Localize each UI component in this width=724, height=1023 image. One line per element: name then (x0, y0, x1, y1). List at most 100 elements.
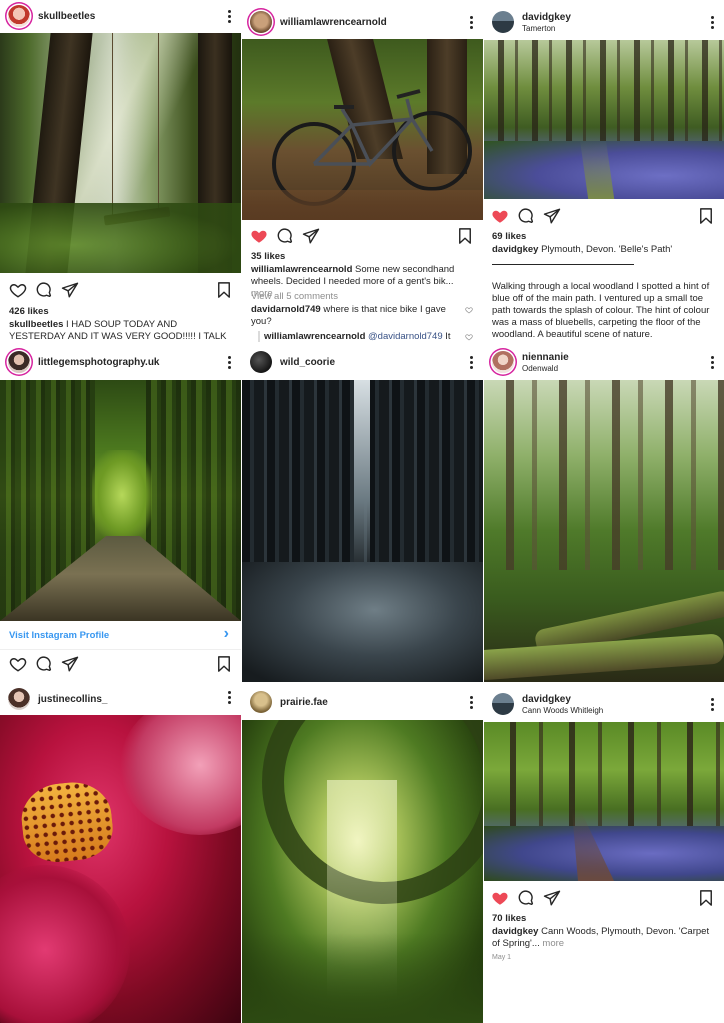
heart-icon[interactable] (465, 306, 473, 314)
avatar[interactable] (8, 5, 30, 27)
like-count[interactable]: 35 likes (251, 251, 285, 262)
caption-username[interactable]: skullbeetles (9, 319, 63, 330)
swing-rope (112, 33, 113, 218)
share-icon[interactable] (61, 655, 79, 673)
post-location[interactable]: Tamerton (522, 24, 555, 33)
like-count[interactable]: 70 likes (492, 913, 526, 924)
view-comments-link[interactable]: View all 5 comments (251, 291, 474, 303)
post-username[interactable]: justinecollins_ (38, 694, 107, 705)
like-count[interactable]: 69 likes (492, 231, 526, 242)
post-header: skullbeetles (0, 0, 241, 34)
visit-profile-link[interactable]: Visit Instagram Profile (9, 630, 109, 641)
chevron-right-icon[interactable]: › (224, 625, 229, 643)
comment: davidarnold749 where is that nice bike I… (251, 304, 461, 328)
more-options-icon[interactable] (710, 698, 714, 712)
heart-icon[interactable] (491, 207, 509, 225)
comment-icon[interactable] (517, 889, 535, 907)
post-photo[interactable] (242, 380, 483, 682)
share-icon[interactable] (61, 281, 79, 299)
post-photo[interactable] (484, 40, 724, 199)
post-card: skullbeetles 426 likes skullbeetles I HA… (0, 0, 241, 342)
post-photo[interactable] (0, 380, 241, 621)
comment-reply: williamlawrencearnold @davidarnold749 It (264, 331, 461, 342)
bookmark-icon[interactable] (697, 207, 715, 225)
more-options-icon[interactable] (469, 16, 473, 30)
light-gap (354, 380, 370, 580)
post-photo[interactable] (0, 33, 241, 273)
post-actions (242, 227, 483, 249)
heart-icon[interactable] (250, 227, 268, 245)
bookmark-icon[interactable] (215, 281, 233, 299)
avatar[interactable] (250, 691, 272, 713)
light-tunnel (92, 450, 152, 540)
heart-icon[interactable] (9, 281, 27, 299)
avatar[interactable] (492, 351, 514, 373)
post-photo[interactable] (0, 715, 241, 1023)
ground-leaves (242, 190, 483, 220)
spotted-lip (18, 778, 116, 866)
share-icon[interactable] (543, 207, 561, 225)
post-card: littlegemsphotography.uk Visit Instagram… (0, 345, 241, 682)
post-date: May 1 (492, 954, 512, 961)
post-photo[interactable] (242, 39, 483, 220)
heart-icon[interactable] (9, 655, 27, 673)
tree-trunks (484, 380, 724, 570)
post-username[interactable]: davidgkey (522, 694, 571, 705)
avatar[interactable] (492, 693, 514, 715)
avatar[interactable] (250, 11, 272, 33)
post-username[interactable]: skullbeetles (38, 11, 95, 22)
more-link[interactable]: more (542, 938, 564, 949)
post-header: davidgkey Tamerton (484, 5, 724, 39)
more-options-icon[interactable] (227, 10, 231, 24)
comment-icon[interactable] (35, 655, 53, 673)
caption-username[interactable]: williamlawrencearnold (251, 264, 352, 275)
comment-icon[interactable] (276, 227, 294, 245)
bookmark-icon[interactable] (697, 889, 715, 907)
more-options-icon[interactable] (710, 356, 714, 370)
share-icon[interactable] (543, 889, 561, 907)
post-photo[interactable] (242, 720, 483, 1023)
more-options-icon[interactable] (227, 356, 231, 370)
post-location[interactable]: Cann Woods Whitleigh (522, 706, 603, 715)
avatar[interactable] (250, 351, 272, 373)
comment-username[interactable]: williamlawrencearnold (264, 331, 365, 342)
more-options-icon[interactable] (710, 16, 714, 30)
comment-mention[interactable]: @davidarnold749 (368, 331, 443, 342)
heart-icon[interactable] (465, 333, 473, 341)
caption-username[interactable]: davidgkey (492, 926, 538, 937)
caption-username[interactable]: davidgkey (492, 244, 538, 255)
heart-icon[interactable] (491, 889, 509, 907)
post-username[interactable]: littlegemsphotography.uk (38, 357, 160, 368)
reply-thread-line (258, 331, 260, 342)
post-card: niennanie Odenwald (484, 345, 724, 682)
avatar[interactable] (8, 351, 30, 373)
post-actions (484, 889, 724, 911)
post-actions (0, 281, 241, 303)
post-username[interactable]: prairie.fae (280, 697, 328, 708)
comment-username[interactable]: davidarnold749 (251, 304, 321, 315)
post-card: prairie.fae (242, 685, 483, 1023)
post-location[interactable]: Odenwald (522, 364, 558, 373)
post-photo[interactable] (484, 380, 724, 682)
forest-floor (242, 562, 483, 682)
avatar[interactable] (8, 688, 30, 710)
bookmark-icon[interactable] (456, 227, 474, 245)
comment-icon[interactable] (35, 281, 53, 299)
like-count[interactable]: 426 likes (9, 306, 49, 317)
post-header: niennanie Odenwald (484, 345, 724, 379)
more-options-icon[interactable] (469, 696, 473, 710)
post-username[interactable]: williamlawrencearnold (280, 17, 387, 28)
bookmark-icon[interactable] (215, 655, 233, 673)
visit-profile-bar[interactable]: Visit Instagram Profile › (0, 623, 241, 650)
post-username[interactable]: wild_coorie (280, 357, 335, 368)
post-card: justinecollins_ (0, 685, 241, 1023)
post-photo[interactable] (484, 722, 724, 881)
post-username[interactable]: davidgkey (522, 12, 571, 23)
more-options-icon[interactable] (469, 356, 473, 370)
comment-icon[interactable] (517, 207, 535, 225)
more-options-icon[interactable] (227, 691, 231, 705)
post-actions (0, 655, 241, 677)
share-icon[interactable] (302, 227, 320, 245)
avatar[interactable] (492, 11, 514, 33)
post-username[interactable]: niennanie (522, 352, 569, 363)
